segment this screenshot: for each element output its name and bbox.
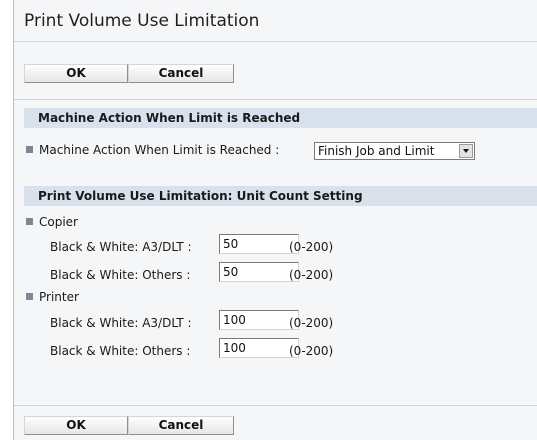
printer-a3-input[interactable]: [219, 310, 299, 330]
copier-others-input[interactable]: [219, 262, 299, 282]
printer-label: Printer: [39, 290, 79, 304]
copier-group-label: Copier: [26, 215, 78, 229]
square-bullet-icon: [26, 146, 33, 153]
bottom-divider: [14, 405, 537, 406]
machine-action-select[interactable]: Finish Job and Limit: [314, 142, 475, 160]
bottom-button-group: OK Cancel: [24, 416, 234, 435]
copier-a3-range: (0-200): [289, 240, 334, 254]
ok-button-top[interactable]: OK: [24, 64, 128, 83]
machine-action-selected-value: Finish Job and Limit: [318, 144, 435, 158]
copier-a3-label: Black & White: A3/DLT :: [50, 240, 192, 254]
printer-others-input[interactable]: [219, 338, 299, 358]
machine-action-label: Machine Action When Limit is Reached :: [39, 143, 280, 157]
copier-a3-input[interactable]: [219, 234, 299, 254]
machine-action-row: Machine Action When Limit is Reached :: [26, 143, 279, 157]
dropdown-arrow-icon[interactable]: [459, 144, 473, 158]
square-bullet-icon: [26, 218, 33, 225]
page-title: Print Volume Use Limitation: [24, 11, 260, 31]
printer-others-range: (0-200): [289, 344, 334, 358]
cancel-button-bottom[interactable]: Cancel: [128, 416, 234, 435]
machine-action-section-header: Machine Action When Limit is Reached: [24, 108, 537, 128]
printer-group-label: Printer: [26, 290, 79, 304]
copier-others-label: Black & White: Others :: [50, 268, 191, 282]
cancel-button-top[interactable]: Cancel: [128, 64, 234, 83]
title-divider: [14, 41, 537, 42]
buttons-divider: [14, 99, 537, 100]
printer-a3-range: (0-200): [289, 316, 334, 330]
printer-a3-label: Black & White: A3/DLT :: [50, 316, 192, 330]
square-bullet-icon: [26, 293, 33, 300]
copier-label: Copier: [39, 215, 78, 229]
ok-button-bottom[interactable]: OK: [24, 416, 128, 435]
unit-count-section-header: Print Volume Use Limitation: Unit Count …: [24, 186, 537, 206]
top-button-group: OK Cancel: [24, 64, 234, 83]
copier-others-range: (0-200): [289, 268, 334, 282]
printer-others-label: Black & White: Others :: [50, 344, 191, 358]
